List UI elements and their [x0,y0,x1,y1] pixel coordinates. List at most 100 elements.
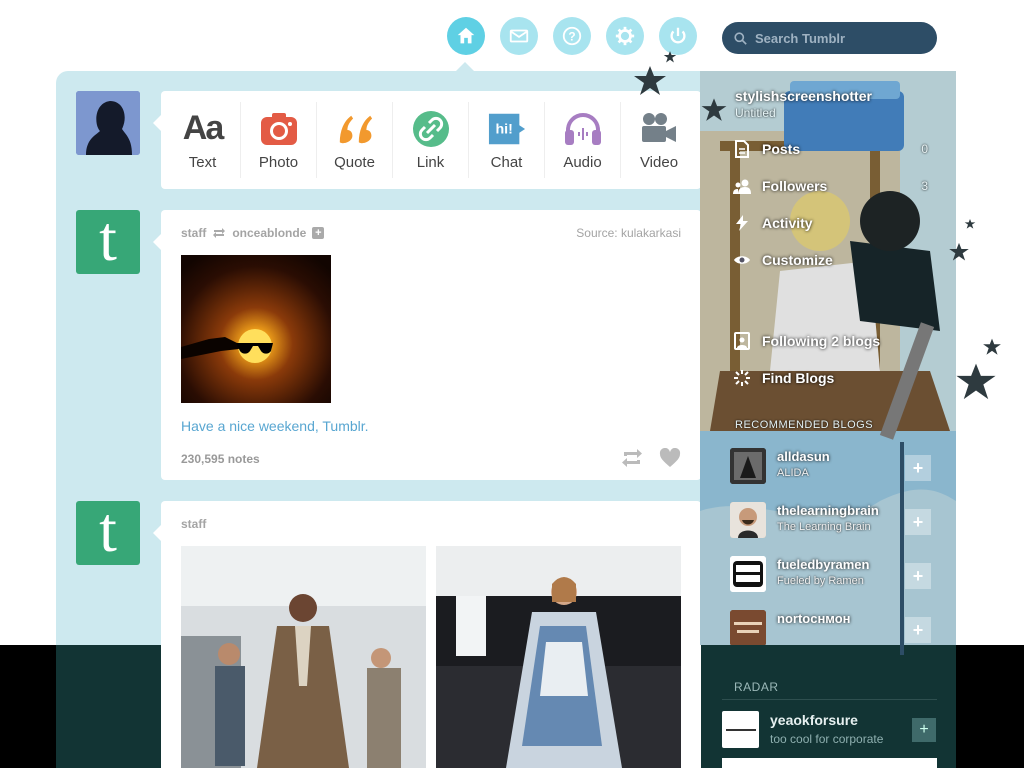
recommended-blog-name[interactable]: thelearningbrain [777,503,879,518]
post-type-video[interactable]: Video [621,102,697,178]
home-icon[interactable] [447,17,485,55]
recommended-blog-subtitle: ALIDA [777,467,809,479]
recommended-blog[interactable]: fueledbyramen Fueled by Ramen + [730,547,931,599]
post-type-label: Text [188,153,217,171]
followers-icon [732,176,752,196]
sidebar-item-label: Followers [762,178,828,194]
search-input[interactable]: Search Tumblr [722,22,937,54]
sidebar-item-customize[interactable]: Customize [732,248,928,272]
recommended-blog[interactable]: thelearningbrain The Learning Brain + [730,493,931,545]
recommended-blog-name[interactable]: fueledbyramen [777,557,869,572]
blog-name[interactable]: stylishscreenshotter [735,88,872,104]
recommended-blog-avatar[interactable] [730,556,766,592]
follow-plus-icon[interactable]: + [905,509,931,535]
recommended-blog-name[interactable]: alldasun [777,449,830,464]
post-author[interactable]: staff [181,226,206,240]
post-caption: Have a nice weekend, Tumblr. [181,418,369,434]
post-notes[interactable]: 230,595 notes [181,452,260,466]
post-type-text[interactable]: Aa Text [165,102,241,178]
camera-icon [260,110,298,148]
post-type-label: Quote [334,153,375,171]
post-type-label: Photo [258,153,299,171]
sidebar-item-following[interactable]: Following 2 blogs [732,329,928,353]
tumblr-logo-icon: t [99,501,117,565]
sidebar-item-label: Activity [762,215,813,231]
sidebar: stylishscreenshotter Untitled Posts 0 Fo… [700,71,956,645]
help-icon[interactable]: ? [553,17,591,55]
radar-avatar[interactable] [722,711,759,748]
mail-icon[interactable] [500,17,538,55]
star-decoration-icon [964,219,976,229]
staff-avatar[interactable]: t [76,210,140,274]
link-icon [412,110,450,148]
star-decoration-icon [634,66,666,95]
radar-post-preview[interactable] [722,758,937,768]
svg-text:?: ? [568,30,575,44]
post-author[interactable]: staff [181,517,206,531]
follow-plus-icon[interactable]: + [912,718,936,742]
reblog-icon [213,228,226,238]
recommended-blog-name[interactable]: nortoснмон [777,611,851,626]
post-type-audio[interactable]: Audio [545,102,621,178]
post-photo[interactable] [181,546,426,768]
sidebar-item-posts[interactable]: Posts 0 [732,137,928,161]
recommended-blogs-rail [900,442,904,655]
video-camera-icon [640,110,678,148]
star-decoration-icon [949,242,969,261]
headphones-icon [564,110,602,148]
sidebar-item-activity[interactable]: Activity [732,211,928,235]
sidebar-item-count: 3 [921,179,928,193]
post-type-quote[interactable]: Quote [317,102,393,178]
recommended-blog-subtitle: Fueled by Ramen [777,575,864,587]
post-card: staff [153,501,701,768]
post-type-link[interactable]: Link [393,102,469,178]
staff-avatar[interactable]: t [76,501,140,565]
post-type-photo[interactable]: Photo [241,102,317,178]
activity-icon [732,213,752,233]
sidebar-item-find-blogs[interactable]: Find Blogs [732,366,928,390]
post-type-chat[interactable]: hi! Chat [469,102,545,178]
radar-blog-subtitle: too cool for corporate [770,732,884,746]
post-type-label: Chat [490,153,523,171]
star-decoration-icon [701,98,727,121]
sidebar-item-followers[interactable]: Followers 3 [732,174,928,198]
post-photo[interactable] [181,255,331,403]
user-avatar[interactable] [76,91,140,155]
recommended-blog-avatar[interactable] [730,610,766,645]
recommended-blog[interactable]: nortoснмон + [730,601,931,645]
post-type-label: Audio [563,153,602,171]
recommended-blog[interactable]: alldasun ALIDA + [730,439,931,491]
search-placeholder: Search Tumblr [755,30,846,46]
reblogged-from[interactable]: onceablonde [232,226,306,240]
post-type-label: Link [416,153,445,171]
post-card: staff onceablonde + Source: kulakarkasi … [153,210,701,480]
star-decoration-icon [663,51,677,63]
quote-icon [336,110,374,148]
radar-heading: RADAR [734,680,779,694]
radar-divider [722,699,937,700]
post-header: staff onceablonde + [181,226,325,240]
gear-icon[interactable] [606,17,644,55]
star-decoration-icon [983,338,1001,355]
post-source[interactable]: Source: kulakarkasi [576,226,681,240]
find-blogs-icon [732,368,752,388]
recommended-blog-avatar[interactable] [730,502,766,538]
follow-plus-icon[interactable]: + [905,563,931,589]
radar-blog-name[interactable]: yeaokforsure [770,712,858,728]
nav-active-pointer [456,62,474,71]
follow-plus-icon[interactable]: + [312,227,325,239]
post-photo[interactable] [436,546,681,768]
eye-icon [732,250,752,270]
like-heart-icon[interactable] [659,448,681,468]
post-type-label: Video [639,153,679,171]
follow-plus-icon[interactable]: + [905,617,931,643]
recommended-blog-avatar[interactable] [730,448,766,484]
document-icon [732,139,752,159]
svg-text:hi!: hi! [495,121,512,137]
reblog-icon[interactable] [621,448,643,468]
post-actions [621,448,681,468]
recommended-blog-subtitle: The Learning Brain [777,521,871,533]
sidebar-item-label: Following 2 blogs [762,333,881,349]
following-icon [732,331,752,351]
follow-plus-icon[interactable]: + [905,455,931,481]
